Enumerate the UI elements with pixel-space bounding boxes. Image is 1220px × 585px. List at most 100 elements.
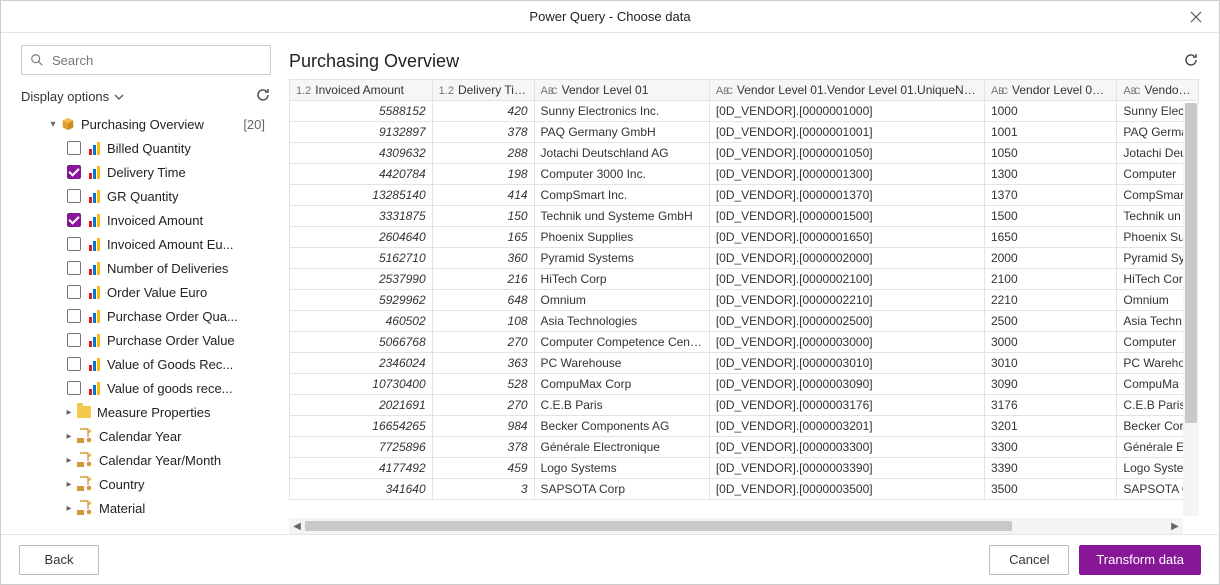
table-row[interactable]: 4309632288Jotachi Deutschland AG[0D_VEND… <box>290 143 1199 164</box>
table-cell: 288 <box>432 143 534 164</box>
table-row[interactable]: 3416403SAPSOTA Corp[0D_VENDOR].[00000035… <box>290 479 1199 500</box>
close-button[interactable] <box>1173 1 1219 33</box>
measure-icon <box>89 333 101 347</box>
column-header[interactable]: ABC Vendor Level 01 <box>534 80 709 101</box>
table-row[interactable]: 2537990216HiTech Corp[0D_VENDOR].[000000… <box>290 269 1199 290</box>
vertical-scrollbar[interactable] <box>1183 103 1199 516</box>
search-input-wrapper[interactable] <box>21 45 271 75</box>
back-button[interactable]: Back <box>19 545 99 575</box>
table-row[interactable]: 2346024363PC Warehouse[0D_VENDOR].[00000… <box>290 353 1199 374</box>
table-cell: [0D_VENDOR].[0000001370] <box>709 185 984 206</box>
tree-measure-item[interactable]: Purchase Order Qua... <box>21 304 265 328</box>
tree-measure-item[interactable]: Delivery Time <box>21 160 265 184</box>
tree-measure-item[interactable]: Billed Quantity <box>21 136 265 160</box>
window-title: Power Query - Choose data <box>529 9 690 24</box>
table-cell: 5929962 <box>290 290 433 311</box>
table-cell: [0D_VENDOR].[0000003390] <box>709 458 984 479</box>
checkbox[interactable] <box>67 237 81 251</box>
column-header[interactable]: ABCVendor Le <box>1117 80 1199 101</box>
caret-right-icon: ▸ <box>63 479 75 490</box>
tree-measure-label: Number of Deliveries <box>107 261 265 276</box>
table-row[interactable]: 2604640165Phoenix Supplies[0D_VENDOR].[0… <box>290 227 1199 248</box>
table-cell: SAPSOTA Corp <box>534 479 709 500</box>
table-row[interactable]: 5066768270Computer Competence Center ...… <box>290 332 1199 353</box>
table-cell: [0D_VENDOR].[0000002100] <box>709 269 984 290</box>
dimension-icon <box>77 476 93 492</box>
checkbox[interactable] <box>67 333 81 347</box>
column-header-label: Invoiced Amount <box>315 83 404 97</box>
table-cell: 1650 <box>984 227 1116 248</box>
tree-measure-item[interactable]: Value of goods rece... <box>21 376 265 400</box>
table-row[interactable]: 16654265984Becker Components AG[0D_VENDO… <box>290 416 1199 437</box>
table-row[interactable]: 13285140414CompSmart Inc.[0D_VENDOR].[00… <box>290 185 1199 206</box>
checkbox[interactable] <box>67 309 81 323</box>
table-cell: 16654265 <box>290 416 433 437</box>
tree-measure-item[interactable]: GR Quantity <box>21 184 265 208</box>
table-cell: 1000 <box>984 101 1116 122</box>
transform-data-button[interactable]: Transform data <box>1079 545 1201 575</box>
table-cell: 420 <box>432 101 534 122</box>
tree-dimension-item[interactable]: ▸ Country <box>21 472 265 496</box>
table-cell: 414 <box>432 185 534 206</box>
search-input[interactable] <box>50 52 262 69</box>
column-header[interactable]: 1.2Invoiced Amount <box>290 80 433 101</box>
tree-dimension-item[interactable]: ▸ Calendar Year <box>21 424 265 448</box>
table-row[interactable]: 9132897378PAQ Germany GmbH[0D_VENDOR].[0… <box>290 122 1199 143</box>
table-cell: [0D_VENDOR].[0000002210] <box>709 290 984 311</box>
checkbox[interactable] <box>67 285 81 299</box>
table-cell: 1300 <box>984 164 1116 185</box>
display-options-dropdown[interactable]: Display options <box>21 89 125 104</box>
tree-root-purchasing-overview[interactable]: ▾ Purchasing Overview [20] <box>21 112 265 136</box>
refresh-preview-button[interactable] <box>1183 52 1199 71</box>
table-cell: 198 <box>432 164 534 185</box>
checkbox[interactable] <box>67 213 81 227</box>
tree-measure-item[interactable]: Value of Goods Rec... <box>21 352 265 376</box>
table-row[interactable]: 5929962648Omnium[0D_VENDOR].[0000002210]… <box>290 290 1199 311</box>
checkbox[interactable] <box>67 381 81 395</box>
checkbox[interactable] <box>67 357 81 371</box>
column-header-label: Vendor Level 01 <box>562 83 649 97</box>
caret-right-icon: ▸ <box>63 407 75 418</box>
checkbox[interactable] <box>67 165 81 179</box>
checkbox[interactable] <box>67 141 81 155</box>
refresh-tree-button[interactable] <box>255 87 271 106</box>
table-cell: 1001 <box>984 122 1116 143</box>
tree-measure-item[interactable]: Order Value Euro <box>21 280 265 304</box>
tree-measure-item[interactable]: Purchase Order Value <box>21 328 265 352</box>
table-row[interactable]: 3331875150Technik und Systeme GmbH[0D_VE… <box>290 206 1199 227</box>
tree-measure-item[interactable]: Number of Deliveries <box>21 256 265 280</box>
table-row[interactable]: 5162710360Pyramid Systems[0D_VENDOR].[00… <box>290 248 1199 269</box>
table-cell: [0D_VENDOR].[0000003500] <box>709 479 984 500</box>
horizontal-scrollbar[interactable]: ◀ ▶ <box>289 518 1183 534</box>
checkbox[interactable] <box>67 189 81 203</box>
display-options-label: Display options <box>21 89 109 104</box>
table-row[interactable]: 4420784198Computer 3000 Inc.[0D_VENDOR].… <box>290 164 1199 185</box>
checkbox[interactable] <box>67 261 81 275</box>
table-row[interactable]: 460502108Asia Technologies[0D_VENDOR].[0… <box>290 311 1199 332</box>
caret-right-icon: ▸ <box>63 455 75 466</box>
tree-measure-item[interactable]: Invoiced Amount <box>21 208 265 232</box>
tree-dimension-item[interactable]: ▸ Calendar Year/Month <box>21 448 265 472</box>
column-header-label: Vendor Level 01.Vendor Level 01.UniqueNa… <box>737 83 985 97</box>
tree-folder-item[interactable]: ▸ Measure Properties <box>21 400 265 424</box>
table-row[interactable]: 10730400528CompuMax Corp[0D_VENDOR].[000… <box>290 374 1199 395</box>
table-row[interactable]: 5588152420Sunny Electronics Inc.[0D_VEND… <box>290 101 1199 122</box>
tree-root-count: [20] <box>243 117 265 132</box>
table-row[interactable]: 4177492459Logo Systems[0D_VENDOR].[00000… <box>290 458 1199 479</box>
table-cell: Asia Technologies <box>534 311 709 332</box>
scroll-left-icon[interactable]: ◀ <box>289 521 305 532</box>
table-cell: 3 <box>432 479 534 500</box>
table-cell: 3090 <box>984 374 1116 395</box>
tree-measure-item[interactable]: Invoiced Amount Eu... <box>21 232 265 256</box>
table-row[interactable]: 2021691270C.E.B Paris[0D_VENDOR].[000000… <box>290 395 1199 416</box>
scroll-right-icon[interactable]: ▶ <box>1167 521 1183 532</box>
column-header[interactable]: 1.2Delivery Time <box>432 80 534 101</box>
column-header[interactable]: ABCVendor Level 01.Vendor Level 01.Uniqu… <box>709 80 984 101</box>
cancel-button[interactable]: Cancel <box>989 545 1069 575</box>
column-header[interactable]: ABCVendor Level 01.Key <box>984 80 1116 101</box>
text-type-icon: ABC <box>1123 85 1140 97</box>
table-cell: [0D_VENDOR].[0000002000] <box>709 248 984 269</box>
tree-dimension-item[interactable]: ▸ Material <box>21 496 265 520</box>
text-type-icon: ABC <box>541 85 558 97</box>
table-row[interactable]: 7725896378Générale Electronique[0D_VENDO… <box>290 437 1199 458</box>
